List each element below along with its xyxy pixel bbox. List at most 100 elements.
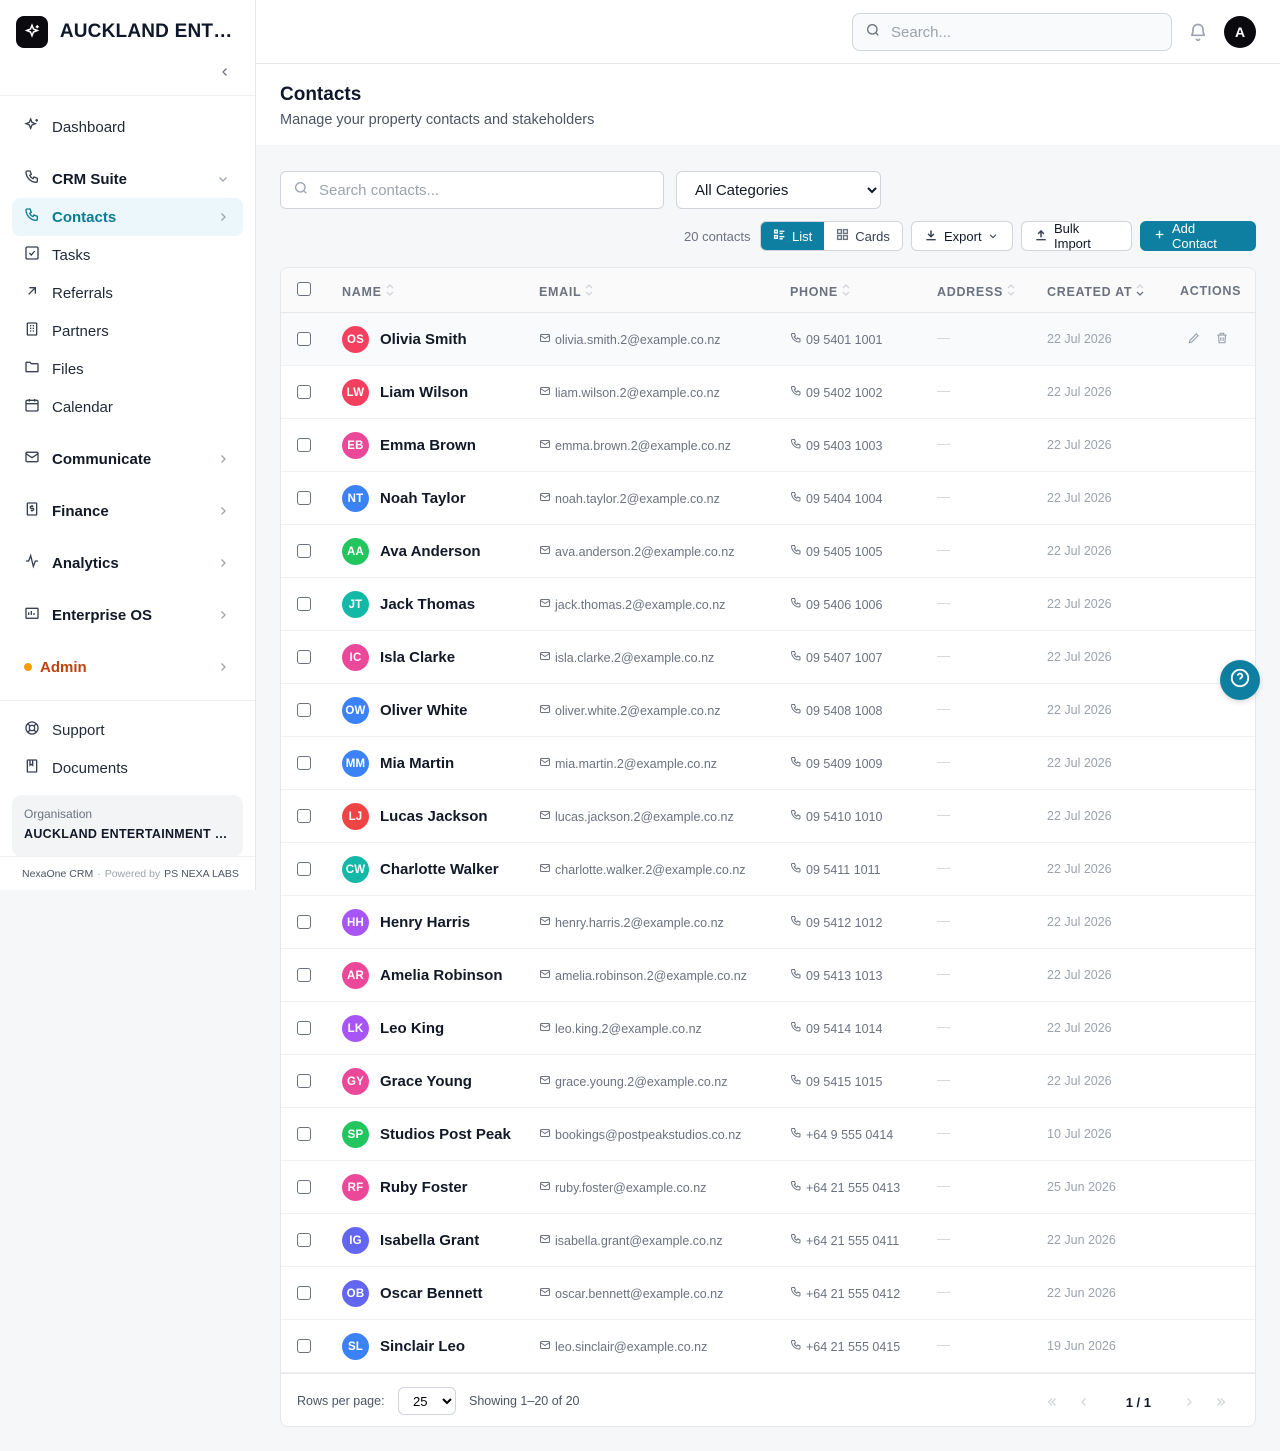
contact-phone[interactable]: 09 5410 1010	[790, 809, 882, 824]
export-button[interactable]: Export	[911, 221, 1013, 251]
contact-email[interactable]: bookings@postpeakstudios.co.nz	[539, 1127, 741, 1142]
table-row[interactable]: AR Amelia Robinson amelia.robinson.2@examp…	[281, 949, 1255, 1002]
last-page-icon[interactable]	[1205, 1392, 1237, 1412]
contact-name[interactable]: Olivia Smith	[380, 331, 467, 348]
table-row[interactable]: SL Sinclair Leo leo.sinclair@example.co.nz…	[281, 1320, 1255, 1373]
contact-phone[interactable]: 09 5408 1008	[790, 703, 882, 718]
contact-name[interactable]: Leo King	[380, 1020, 444, 1037]
contact-phone[interactable]: 09 5411 1011	[790, 862, 881, 877]
sidebar-group-communicate[interactable]: Communicate	[12, 440, 243, 478]
contact-email[interactable]: olivia.smith.2@example.co.nz	[539, 332, 721, 347]
table-row[interactable]: IG Isabella Grant isabella.grant@example.c…	[281, 1214, 1255, 1267]
row-checkbox[interactable]	[297, 1339, 311, 1353]
category-filter-select[interactable]: All Categories	[676, 171, 881, 209]
contact-email[interactable]: noah.taylor.2@example.co.nz	[539, 491, 720, 506]
table-row[interactable]: CW Charlotte Walker charlotte.walker.2@exa…	[281, 843, 1255, 896]
row-checkbox[interactable]	[297, 703, 311, 717]
contact-name[interactable]: Amelia Robinson	[380, 967, 503, 984]
brand[interactable]: AUCKLAND ENTERTAINMENT CO.	[0, 0, 255, 64]
table-row[interactable]: OS Olivia Smith olivia.smith.2@example.co.…	[281, 313, 1255, 366]
contact-name[interactable]: Henry Harris	[380, 914, 470, 931]
contact-name[interactable]: Studios Post Peak	[380, 1126, 511, 1143]
table-row[interactable]: SP Studios Post Peak bookings@postpeakstud…	[281, 1108, 1255, 1161]
delete-trash-icon[interactable]	[1215, 331, 1229, 350]
row-checkbox[interactable]	[297, 332, 311, 346]
bell-icon[interactable]	[1188, 22, 1208, 42]
contact-name[interactable]: Charlotte Walker	[380, 861, 499, 878]
contacts-search-input[interactable]	[319, 181, 649, 199]
row-checkbox[interactable]	[297, 915, 311, 929]
contact-email[interactable]: isla.clarke.2@example.co.nz	[539, 650, 714, 665]
column-phone[interactable]: PHONE	[790, 284, 850, 299]
contact-name[interactable]: Oscar Bennett	[380, 1285, 483, 1302]
rows-per-page-select[interactable]: 25	[398, 1387, 456, 1415]
sidebar-item-partners[interactable]: Partners	[12, 312, 243, 350]
contact-email[interactable]: amelia.robinson.2@example.co.nz	[539, 968, 747, 983]
sidebar-group-crm-suite[interactable]: CRM Suite	[12, 160, 243, 198]
row-checkbox[interactable]	[297, 1286, 311, 1300]
contact-email[interactable]: grace.young.2@example.co.nz	[539, 1074, 728, 1089]
row-checkbox[interactable]	[297, 438, 311, 452]
sidebar-item-contacts[interactable]: Contacts	[12, 198, 243, 236]
contact-name[interactable]: Jack Thomas	[380, 596, 475, 613]
contact-email[interactable]: ava.anderson.2@example.co.nz	[539, 544, 734, 559]
row-checkbox[interactable]	[297, 650, 311, 664]
contact-name[interactable]: Lucas Jackson	[380, 808, 488, 825]
global-search[interactable]	[852, 13, 1172, 51]
organisation-card[interactable]: Organisation AUCKLAND ENTERTAINMENT CO.	[12, 795, 243, 857]
table-row[interactable]: JT Jack Thomas jack.thomas.2@example.co.nz…	[281, 578, 1255, 631]
row-checkbox[interactable]	[297, 385, 311, 399]
contact-phone[interactable]: 09 5414 1014	[790, 1021, 882, 1036]
column-name[interactable]: NAME	[342, 284, 394, 299]
next-page-icon[interactable]	[1173, 1392, 1205, 1412]
row-checkbox[interactable]	[297, 1233, 311, 1247]
contact-name[interactable]: Emma Brown	[380, 437, 476, 454]
sidebar-group-admin[interactable]: Admin	[12, 648, 243, 686]
row-checkbox[interactable]	[297, 491, 311, 505]
contact-email[interactable]: leo.king.2@example.co.nz	[539, 1021, 702, 1036]
contact-email[interactable]: isabella.grant@example.co.nz	[539, 1233, 723, 1248]
contact-phone[interactable]: +64 21 555 0411	[790, 1233, 899, 1248]
sidebar-item-files[interactable]: Files	[12, 350, 243, 388]
sidebar-group-finance[interactable]: Finance	[12, 492, 243, 530]
contact-name[interactable]: Ava Anderson	[380, 543, 481, 560]
row-checkbox[interactable]	[297, 597, 311, 611]
contact-phone[interactable]: 09 5401 1001	[790, 332, 882, 347]
contact-phone[interactable]: 09 5409 1009	[790, 756, 882, 771]
sidebar-group-analytics[interactable]: Analytics	[12, 544, 243, 582]
row-checkbox[interactable]	[297, 1180, 311, 1194]
contact-name[interactable]: Sinclair Leo	[380, 1338, 465, 1355]
contacts-search[interactable]	[280, 171, 664, 209]
table-row[interactable]: NT Noah Taylor noah.taylor.2@example.co.nz…	[281, 472, 1255, 525]
contact-phone[interactable]: 09 5412 1012	[790, 915, 882, 930]
table-row[interactable]: HH Henry Harris henry.harris.2@example.co.…	[281, 896, 1255, 949]
contact-email[interactable]: oscar.bennett@example.co.nz	[539, 1286, 723, 1301]
contact-email[interactable]: mia.martin.2@example.co.nz	[539, 756, 717, 771]
row-checkbox[interactable]	[297, 756, 311, 770]
table-row[interactable]: AA Ava Anderson ava.anderson.2@example.co.…	[281, 525, 1255, 578]
sidebar-item-support[interactable]: Support	[12, 711, 243, 749]
row-checkbox[interactable]	[297, 1021, 311, 1035]
table-row[interactable]: RF Ruby Foster ruby.foster@example.co.nz +6…	[281, 1161, 1255, 1214]
contact-phone[interactable]: +64 21 555 0412	[790, 1286, 900, 1301]
contact-name[interactable]: Liam Wilson	[380, 384, 468, 401]
sidebar-item-referrals[interactable]: Referrals	[12, 274, 243, 312]
prev-page-icon[interactable]	[1068, 1392, 1100, 1412]
contact-email[interactable]: liam.wilson.2@example.co.nz	[539, 385, 720, 400]
contact-email[interactable]: ruby.foster@example.co.nz	[539, 1180, 706, 1195]
contact-name[interactable]: Oliver White	[380, 702, 468, 719]
sidebar-item-dashboard[interactable]: Dashboard	[12, 108, 243, 146]
contact-email[interactable]: oliver.white.2@example.co.nz	[539, 703, 721, 718]
edit-pencil-icon[interactable]	[1187, 331, 1201, 350]
add-contact-button[interactable]: Add Contact	[1140, 221, 1256, 251]
column-email[interactable]: EMAIL	[539, 284, 593, 299]
contact-phone[interactable]: 09 5403 1003	[790, 438, 882, 453]
help-button[interactable]	[1220, 660, 1260, 700]
table-row[interactable]: OW Oliver White oliver.white.2@example.co.…	[281, 684, 1255, 737]
column-address[interactable]: ADDRESS	[937, 284, 1015, 299]
contact-phone[interactable]: 09 5413 1013	[790, 968, 882, 983]
row-checkbox[interactable]	[297, 809, 311, 823]
contact-name[interactable]: Isla Clarke	[380, 649, 455, 666]
contact-email[interactable]: emma.brown.2@example.co.nz	[539, 438, 731, 453]
contact-phone[interactable]: +64 21 555 0413	[790, 1180, 900, 1195]
